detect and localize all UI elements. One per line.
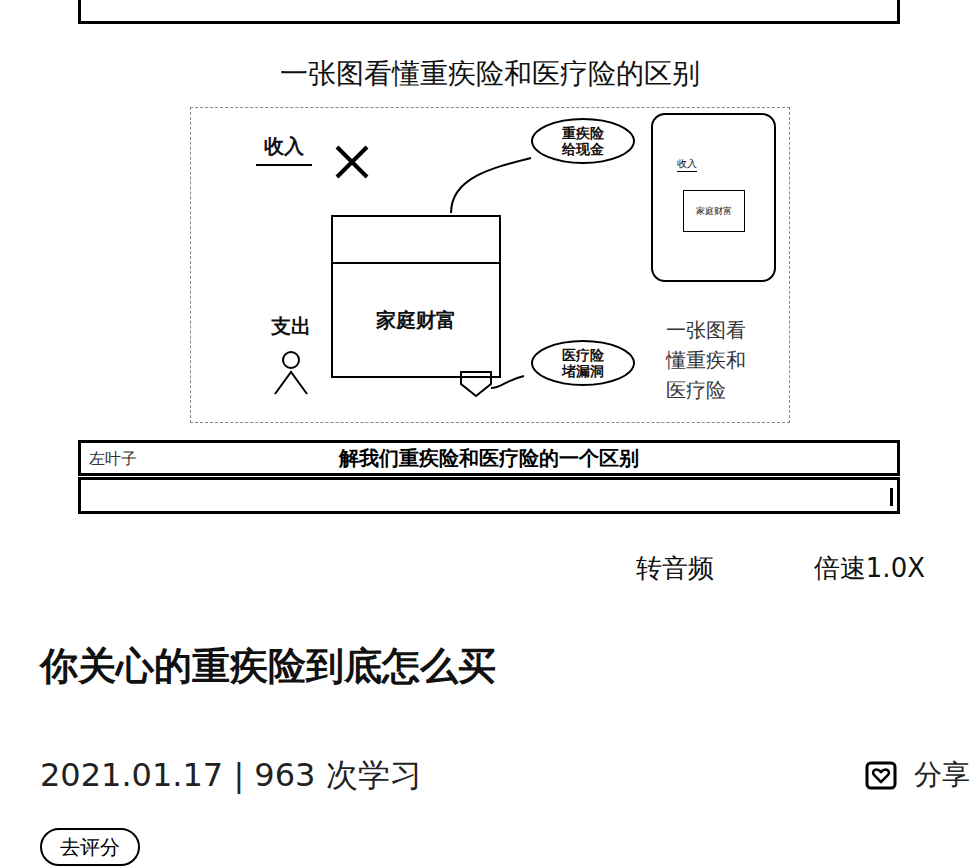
- subtitle: 解我们重疾险和医疗险的一个区别: [81, 445, 897, 472]
- progress-bar[interactable]: [78, 477, 900, 514]
- diagram-slide: 收入 重疾险给现金家庭财富支出医疗险堵漏洞 收入家庭财富一张图看懂重疾和医疗险: [190, 107, 790, 423]
- subtitle-bar: 左叶子解我们重疾险和医疗险的一个区别: [78, 440, 900, 477]
- cross-icon: [333, 143, 371, 181]
- page: 一张图看懂重疾险和医疗险的区别收入 重疾险给现金家庭财富支出医疗险堵漏洞 收入家庭财…: [0, 0, 980, 866]
- previous-frame: [78, 0, 900, 24]
- side-note: 一张图看懂重疾和医疗险: [666, 315, 758, 405]
- slide-title: 一张图看懂重疾险和医疗险的区别: [0, 56, 980, 92]
- article-title: 你关心的重疾险到底怎么买: [40, 642, 980, 690]
- expense-label: 支出: [271, 313, 311, 340]
- player-controls: 转音频 倍速1.0X: [0, 552, 980, 584]
- wealth-box: 家庭财富: [331, 215, 501, 378]
- income-label: 收入: [256, 133, 312, 166]
- person-icon: [261, 348, 321, 398]
- share-button[interactable]: 分享: [864, 754, 970, 796]
- medical-bubble: 医疗险堵漏洞: [531, 340, 635, 386]
- meta-text: 2021.01.17 | 963 次学习: [40, 754, 422, 796]
- funnel-icon: [446, 370, 526, 400]
- critical-bubble: 重疾险给现金: [531, 118, 635, 164]
- rate-button[interactable]: 去评分: [40, 828, 140, 866]
- inset-panel: 收入家庭财富: [651, 113, 776, 282]
- watermark: 左叶子: [89, 449, 137, 470]
- article-meta: 2021.01.17 | 963 次学习 分享: [0, 754, 980, 796]
- share-icon: [864, 758, 898, 792]
- control-button[interactable]: 转音频: [636, 552, 714, 584]
- arrow-icon: [441, 148, 541, 218]
- control-button[interactable]: 倍速1.0X: [814, 552, 925, 584]
